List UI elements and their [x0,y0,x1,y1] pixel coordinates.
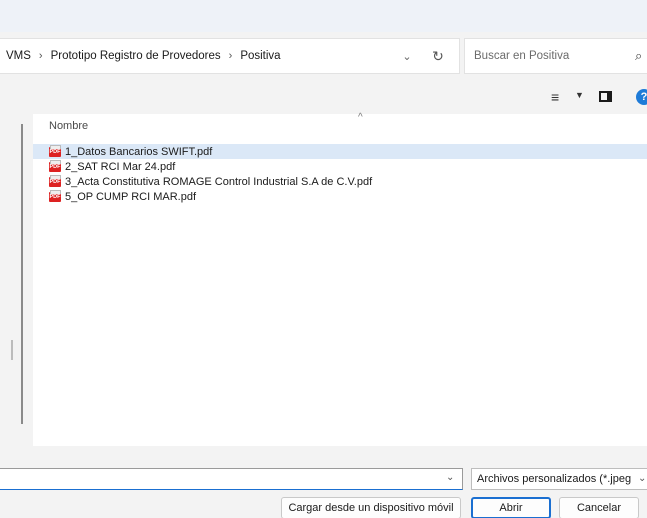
view-toolbar: ≡ ▼ ? [0,82,647,114]
file-row[interactable]: PDF 1_Datos Bancarios SWIFT.pdf [33,144,647,159]
file-type-select[interactable]: Archivos personalizados (*.jpeg ⌄ [471,468,647,490]
file-row[interactable]: PDF 2_SAT RCI Mar 24.pdf [33,159,647,174]
chevron-down-icon[interactable]: ⌄ [395,50,419,63]
search-placeholder: Buscar en Positiva [474,50,570,62]
address-bar[interactable]: VMS › Prototipo Registro de Provedores ›… [0,38,460,74]
search-input[interactable]: Buscar en Positiva ⌕ [464,38,647,74]
breadcrumb-item-vms[interactable]: VMS [6,50,31,62]
chevron-down-icon[interactable]: ⌄ [636,469,647,489]
file-name: 3_Acta Constitutiva ROMAGE Control Indus… [65,175,373,188]
breadcrumb-item-prototipo[interactable]: Prototipo Registro de Provedores [51,50,221,62]
open-button[interactable]: Abrir [471,497,551,518]
file-name: 1_Datos Bancarios SWIFT.pdf [65,145,213,158]
view-options-icon[interactable]: ≡ [551,89,559,105]
chevron-right-icon[interactable]: › [229,50,233,62]
sort-ascending-icon: ^ [358,112,363,123]
file-name: 5_OP CUMP RCI MAR.pdf [65,190,197,203]
pdf-icon: PDF [49,189,61,202]
filename-field[interactable]: ⌄ [0,468,463,490]
nav-scrollbar[interactable] [21,124,23,424]
navigation-pane [0,114,32,444]
file-row[interactable]: PDF 5_OP CUMP RCI MAR.pdf [33,189,647,204]
title-bar [0,0,647,32]
preview-pane-icon[interactable] [599,91,612,102]
chevron-down-icon[interactable]: ⌄ [446,472,454,483]
pdf-icon: PDF [49,144,61,157]
file-row[interactable]: PDF 3_Acta Constitutiva ROMAGE Control I… [33,174,647,189]
file-name: 2_SAT RCI Mar 24.pdf [65,160,176,173]
caret-down-icon[interactable]: ▼ [575,90,584,100]
nav-splitter[interactable] [11,340,13,360]
cancel-button[interactable]: Cancelar [559,497,639,518]
refresh-icon[interactable]: ↻ [427,48,449,65]
chevron-right-icon[interactable]: › [39,50,43,62]
file-list: ^ Nombre PDF 1_Datos Bancarios SWIFT.pdf… [33,112,647,454]
upload-from-mobile-button[interactable]: Cargar desde un dispositivo móvil [281,497,461,518]
help-icon[interactable]: ? [636,89,647,105]
pdf-icon: PDF [49,174,61,187]
search-icon[interactable]: ⌕ [635,48,642,64]
pdf-icon: PDF [49,159,61,172]
breadcrumb-item-positiva[interactable]: Positiva [240,50,280,62]
breadcrumb: VMS › Prototipo Registro de Provedores ›… [0,50,281,62]
column-header-name[interactable]: Nombre [49,120,88,132]
file-type-value: Archivos personalizados (*.jpeg [477,473,632,485]
